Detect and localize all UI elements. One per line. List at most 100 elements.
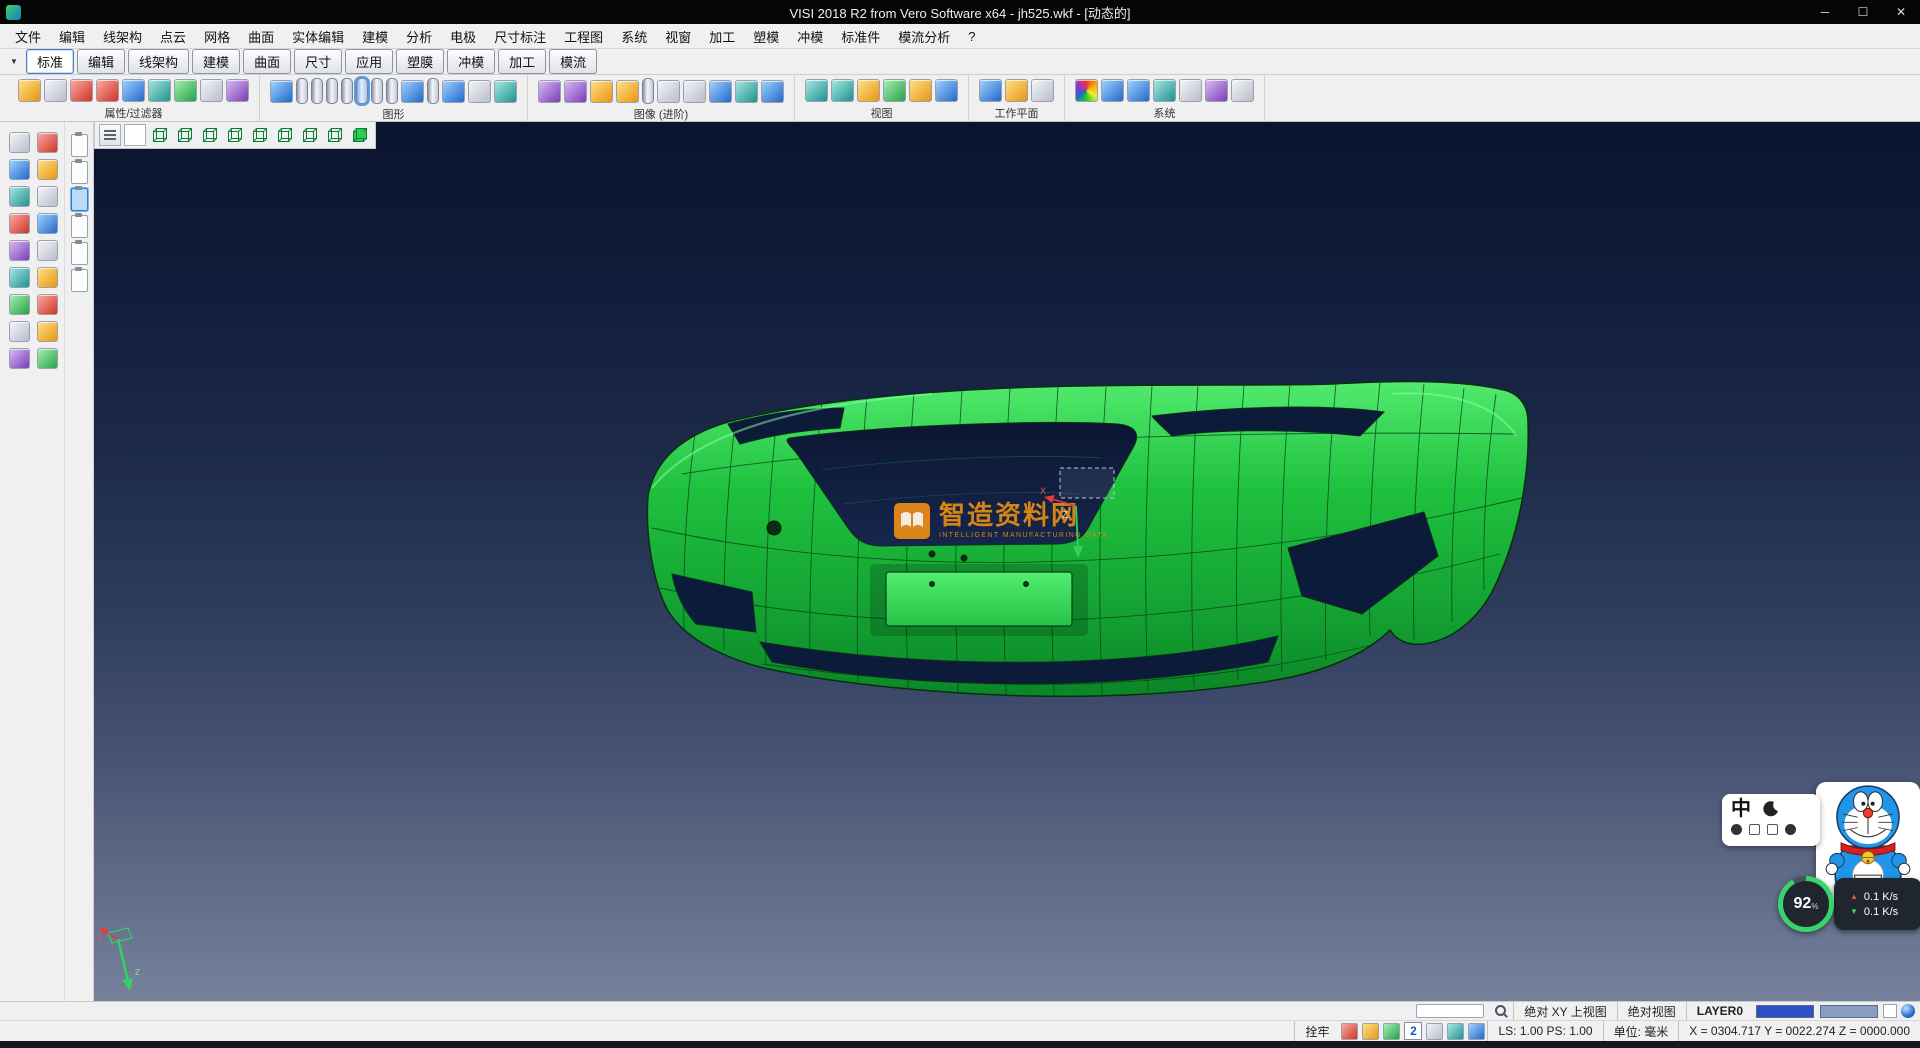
graphics-strand-icon[interactable] bbox=[494, 80, 517, 103]
menu-item-工程图[interactable]: 工程图 bbox=[555, 25, 612, 48]
tab-应用[interactable]: 应用 bbox=[345, 49, 393, 74]
view-cube-7-icon[interactable] bbox=[299, 124, 321, 146]
system-ramp-icon[interactable] bbox=[1205, 79, 1228, 102]
view-cube-3-icon[interactable] bbox=[199, 124, 221, 146]
layer-bar-4-icon[interactable] bbox=[341, 78, 353, 104]
system-sparkle-icon[interactable] bbox=[1179, 79, 1202, 102]
status-printer-icon[interactable] bbox=[1426, 1023, 1443, 1040]
view-cube-5-icon[interactable] bbox=[249, 124, 271, 146]
left-tool-pencil-icon[interactable] bbox=[37, 159, 58, 180]
ime-keyboard-icon[interactable] bbox=[1749, 824, 1760, 835]
edge-view-icon[interactable] bbox=[616, 80, 639, 103]
status-marker-icon[interactable] bbox=[1341, 1023, 1358, 1040]
menu-item-分析[interactable]: 分析 bbox=[397, 25, 441, 48]
close-button[interactable]: ✕ bbox=[1882, 0, 1920, 24]
layer-manager-icon[interactable] bbox=[226, 79, 249, 102]
menu-item-系统[interactable]: 系统 bbox=[612, 25, 656, 48]
left-tool-curve-icon[interactable] bbox=[9, 186, 30, 207]
status-screen-icon[interactable] bbox=[1468, 1023, 1485, 1040]
left-tool-sphere-icon[interactable] bbox=[9, 267, 30, 288]
clipboard-slot-6[interactable] bbox=[71, 269, 88, 292]
view-cube-4-icon[interactable] bbox=[224, 124, 246, 146]
layer-bar-5-icon[interactable] bbox=[371, 78, 383, 104]
hidden-line-view-icon[interactable] bbox=[590, 80, 613, 103]
status-save-icon[interactable] bbox=[1362, 1023, 1379, 1040]
layer-bar-1-icon[interactable] bbox=[296, 78, 308, 104]
layer-bar-2-icon[interactable] bbox=[311, 78, 323, 104]
view-list-icon[interactable] bbox=[99, 124, 121, 146]
scale-indicator[interactable]: LS: 1.00 PS: 1.00 bbox=[1487, 1021, 1602, 1041]
view-blank-icon[interactable] bbox=[124, 124, 146, 146]
graphics-cells-icon[interactable] bbox=[442, 80, 465, 103]
tab-编辑[interactable]: 编辑 bbox=[77, 49, 125, 74]
menu-item-点云[interactable]: 点云 bbox=[151, 25, 195, 48]
active-color-swatch[interactable] bbox=[1756, 1005, 1814, 1018]
view-cube-2-icon[interactable] bbox=[174, 124, 196, 146]
left-tool-move-icon[interactable] bbox=[9, 159, 30, 180]
view-cube-1-icon[interactable] bbox=[149, 124, 171, 146]
moon-icon[interactable] bbox=[1763, 801, 1779, 817]
tab-dropdown-button[interactable]: ▼ bbox=[5, 53, 23, 71]
system-globe-icon[interactable] bbox=[1101, 79, 1124, 102]
color-table-icon[interactable] bbox=[1075, 79, 1098, 102]
copy-view-icon[interactable] bbox=[683, 80, 706, 103]
search-icon[interactable] bbox=[1494, 1004, 1508, 1018]
system-monitor-icon[interactable] bbox=[1127, 79, 1150, 102]
menu-item-网格[interactable]: 网格 bbox=[195, 25, 239, 48]
left-tool-measure-icon[interactable] bbox=[9, 294, 30, 315]
zoom-view-icon[interactable] bbox=[831, 79, 854, 102]
tab-线架构[interactable]: 线架构 bbox=[128, 49, 189, 74]
left-tool-frame-icon[interactable] bbox=[9, 321, 30, 342]
system-matrix-icon[interactable] bbox=[1153, 79, 1176, 102]
menu-item-标准件[interactable]: 标准件 bbox=[832, 25, 889, 48]
status-cube-icon[interactable] bbox=[1447, 1023, 1464, 1040]
pan-view-icon[interactable] bbox=[805, 79, 828, 102]
clipboard-slot-3[interactable] bbox=[71, 188, 88, 211]
resource-percent-badge[interactable]: 92 % bbox=[1778, 876, 1834, 932]
active-layer-indicator[interactable]: LAYER0 bbox=[1686, 1002, 1753, 1020]
menu-item-建模[interactable]: 建模 bbox=[353, 25, 397, 48]
left-tool-sheet-icon[interactable] bbox=[37, 240, 58, 261]
section-view-icon[interactable] bbox=[735, 80, 758, 103]
explode-view-icon[interactable] bbox=[761, 80, 784, 103]
ime-toolbox-icon[interactable] bbox=[1767, 824, 1778, 835]
maximize-button[interactable]: ☐ bbox=[1844, 0, 1882, 24]
render-mode-icon[interactable] bbox=[1901, 1004, 1915, 1018]
element-filter-off-icon[interactable] bbox=[96, 79, 119, 102]
selection-magnet-icon[interactable] bbox=[122, 79, 145, 102]
tab-尺寸[interactable]: 尺寸 bbox=[294, 49, 342, 74]
tab-模流[interactable]: 模流 bbox=[549, 49, 597, 74]
menu-item-模流分析[interactable]: 模流分析 bbox=[889, 25, 959, 48]
view-reference-indicator[interactable]: 绝对视图 bbox=[1617, 1002, 1686, 1020]
snap-lock-indicator[interactable]: 拴牢 bbox=[1294, 1021, 1339, 1041]
layer-bar-6-icon[interactable] bbox=[386, 78, 398, 104]
clipboard-slot-5[interactable] bbox=[71, 242, 88, 265]
tab-标准[interactable]: 标准 bbox=[26, 49, 74, 74]
left-tool-pin-icon[interactable] bbox=[37, 294, 58, 315]
workplane-grid-icon[interactable] bbox=[1031, 79, 1054, 102]
ime-toolbar[interactable]: 中 bbox=[1722, 794, 1820, 846]
attribute-paint-icon[interactable] bbox=[18, 79, 41, 102]
menu-item-尺寸标注[interactable]: 尺寸标注 bbox=[485, 25, 555, 48]
status-mini-toggle[interactable] bbox=[1883, 1004, 1897, 1018]
left-tool-history-icon[interactable] bbox=[37, 321, 58, 342]
clipboard-slot-2[interactable] bbox=[71, 161, 88, 184]
left-tool-copy-icon[interactable] bbox=[37, 186, 58, 207]
network-speed-panel[interactable]: ▲ 0.1 K/s ▼ 0.1 K/s bbox=[1834, 878, 1920, 930]
pick-arrows-icon[interactable] bbox=[200, 79, 223, 102]
view-cube-8-icon[interactable] bbox=[324, 124, 346, 146]
clipboard-slot-4[interactable] bbox=[71, 215, 88, 238]
minimize-button[interactable]: ─ bbox=[1806, 0, 1844, 24]
workplane-xy-icon[interactable] bbox=[979, 79, 1002, 102]
menu-item-加工[interactable]: 加工 bbox=[700, 25, 744, 48]
tab-塑膜[interactable]: 塑膜 bbox=[396, 49, 444, 74]
dynamic-view-icon[interactable] bbox=[709, 80, 732, 103]
left-tool-export-icon[interactable] bbox=[37, 348, 58, 369]
left-tool-palette-icon[interactable] bbox=[9, 348, 30, 369]
menu-item-曲面[interactable]: 曲面 bbox=[239, 25, 283, 48]
layer-bar-3-icon[interactable] bbox=[326, 78, 338, 104]
selection-box[interactable] bbox=[1060, 468, 1114, 498]
light-lamp-icon[interactable] bbox=[909, 79, 932, 102]
quick-pick-icon[interactable] bbox=[174, 79, 197, 102]
viewport-3d[interactable]: 智造资料网 INTELLIGENT MANUFACTURING DATA X Z bbox=[94, 122, 1920, 1001]
